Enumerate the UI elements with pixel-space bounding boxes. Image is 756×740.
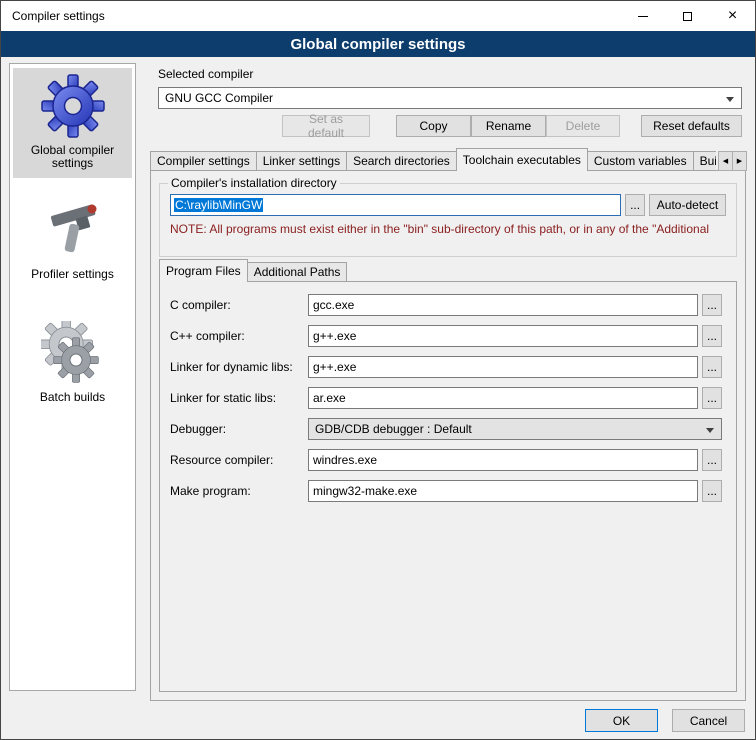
close-icon: × — [728, 8, 737, 24]
cpp-compiler-browse-button[interactable]: ... — [702, 325, 722, 347]
sidebar-item-label: Global compiler settings — [15, 144, 130, 170]
compiler-select-value: GNU GCC Compiler — [165, 91, 273, 105]
form-row-cpp-compiler: C++ compiler: ... — [170, 325, 722, 347]
page-title: Global compiler settings — [1, 31, 755, 57]
arrow-right-icon: ▶ — [737, 157, 742, 165]
form-row-make-program: Make program: ... — [170, 480, 722, 502]
debugger-label: Debugger: — [170, 422, 308, 436]
tab-scroll-right-button[interactable]: ▶ — [732, 151, 747, 171]
chevron-down-icon — [726, 97, 734, 102]
sidebar-item-batch-builds[interactable]: Batch builds — [13, 315, 132, 412]
linker-dynamic-input[interactable] — [308, 356, 698, 378]
compiler-actions: Set as default Copy Rename Delete Reset … — [158, 115, 742, 137]
tab-scroll-left-button[interactable]: ◀ — [718, 151, 733, 171]
form-row-debugger: Debugger: GDB/CDB debugger : Default — [170, 418, 722, 440]
installation-directory-row: C:\raylib\MinGW ... Auto-detect — [170, 194, 726, 216]
cancel-button[interactable]: Cancel — [672, 709, 745, 732]
form-row-resource-compiler: Resource compiler: ... — [170, 449, 722, 471]
make-program-label: Make program: — [170, 484, 308, 498]
tab-additional-paths[interactable]: Additional Paths — [247, 262, 348, 282]
set-as-default-button[interactable]: Set as default — [282, 115, 370, 137]
form-row-linker-dynamic: Linker for dynamic libs: ... — [170, 356, 722, 378]
gear-blue-icon — [41, 74, 105, 138]
c-compiler-label: C compiler: — [170, 298, 308, 312]
c-compiler-input[interactable] — [308, 294, 698, 316]
linker-dynamic-label: Linker for dynamic libs: — [170, 360, 308, 374]
main-area: Selected compiler GNU GCC Compiler Set a… — [146, 63, 747, 707]
linker-static-label: Linker for static libs: — [170, 391, 308, 405]
minimize-button[interactable] — [620, 1, 665, 31]
tab-search-directories[interactable]: Search directories — [346, 151, 457, 171]
linker-static-browse-button[interactable]: ... — [702, 387, 722, 409]
program-files-panel: C compiler: ... C++ compiler: ... Linker… — [159, 281, 737, 692]
installation-directory-input[interactable]: C:\raylib\MinGW — [170, 194, 621, 216]
chevron-down-icon — [706, 428, 714, 433]
maximize-icon — [683, 12, 692, 21]
tab-build-options[interactable]: Build options — [693, 151, 716, 171]
installation-directory-group: Compiler's installation directory C:\ray… — [159, 183, 737, 257]
window-controls: × — [620, 1, 755, 31]
program-files-tabstrip: Program Files Additional Paths — [159, 259, 347, 282]
compiler-settings-dialog: Compiler settings × Global compiler sett… — [0, 0, 756, 740]
titlebar: Compiler settings × — [1, 1, 755, 31]
resource-compiler-label: Resource compiler: — [170, 453, 308, 467]
profiler-icon — [41, 198, 105, 262]
settings-tabstrip: Compiler settings Linker settings Search… — [150, 148, 716, 171]
rename-button[interactable]: Rename — [471, 115, 546, 137]
selected-compiler-label: Selected compiler — [158, 67, 253, 81]
close-button[interactable]: × — [710, 1, 755, 31]
tab-custom-variables[interactable]: Custom variables — [587, 151, 694, 171]
sidebar-item-label: Profiler settings — [31, 268, 114, 281]
form-row-linker-static: Linker for static libs: ... — [170, 387, 722, 409]
gear-batch-icon — [41, 321, 105, 385]
cpp-compiler-label: C++ compiler: — [170, 329, 308, 343]
compiler-select[interactable]: GNU GCC Compiler — [158, 87, 742, 109]
installation-note: NOTE: All programs must exist either in … — [170, 222, 735, 236]
ok-button[interactable]: OK — [585, 709, 658, 732]
cpp-compiler-input[interactable] — [308, 325, 698, 347]
sidebar-item-label: Batch builds — [40, 391, 105, 404]
resource-compiler-input[interactable] — [308, 449, 698, 471]
installation-directory-browse-button[interactable]: ... — [625, 194, 645, 216]
debugger-select-value: GDB/CDB debugger : Default — [315, 422, 472, 436]
tab-toolchain-executables[interactable]: Toolchain executables — [456, 148, 588, 171]
form-row-c-compiler: C compiler: ... — [170, 294, 722, 316]
linker-dynamic-browse-button[interactable]: ... — [702, 356, 722, 378]
linker-static-input[interactable] — [308, 387, 698, 409]
sidebar-item-global-compiler-settings[interactable]: Global compiler settings — [13, 68, 132, 178]
auto-detect-button[interactable]: Auto-detect — [649, 194, 726, 216]
debugger-select[interactable]: GDB/CDB debugger : Default — [308, 418, 722, 440]
tab-compiler-settings[interactable]: Compiler settings — [150, 151, 257, 171]
installation-directory-title: Compiler's installation directory — [168, 176, 340, 190]
make-program-input[interactable] — [308, 480, 698, 502]
delete-button[interactable]: Delete — [546, 115, 620, 137]
installation-directory-value: C:\raylib\MinGW — [174, 198, 263, 212]
resource-compiler-browse-button[interactable]: ... — [702, 449, 722, 471]
reset-defaults-button[interactable]: Reset defaults — [641, 115, 742, 137]
tab-program-files[interactable]: Program Files — [159, 259, 248, 282]
make-program-browse-button[interactable]: ... — [702, 480, 722, 502]
minimize-icon — [638, 16, 648, 17]
settings-sidebar: Global compiler settings Profiler settin… — [9, 63, 136, 691]
c-compiler-browse-button[interactable]: ... — [702, 294, 722, 316]
copy-button[interactable]: Copy — [396, 115, 471, 137]
arrow-left-icon: ◀ — [723, 157, 728, 165]
sidebar-item-profiler-settings[interactable]: Profiler settings — [13, 192, 132, 289]
toolchain-executables-panel: Compiler's installation directory C:\ray… — [150, 170, 746, 701]
maximize-button[interactable] — [665, 1, 710, 31]
dialog-footer: OK Cancel — [585, 709, 745, 732]
tab-scroll-buttons: ◀ ▶ — [719, 151, 747, 171]
window-title: Compiler settings — [1, 9, 105, 23]
tab-linker-settings[interactable]: Linker settings — [256, 151, 347, 171]
